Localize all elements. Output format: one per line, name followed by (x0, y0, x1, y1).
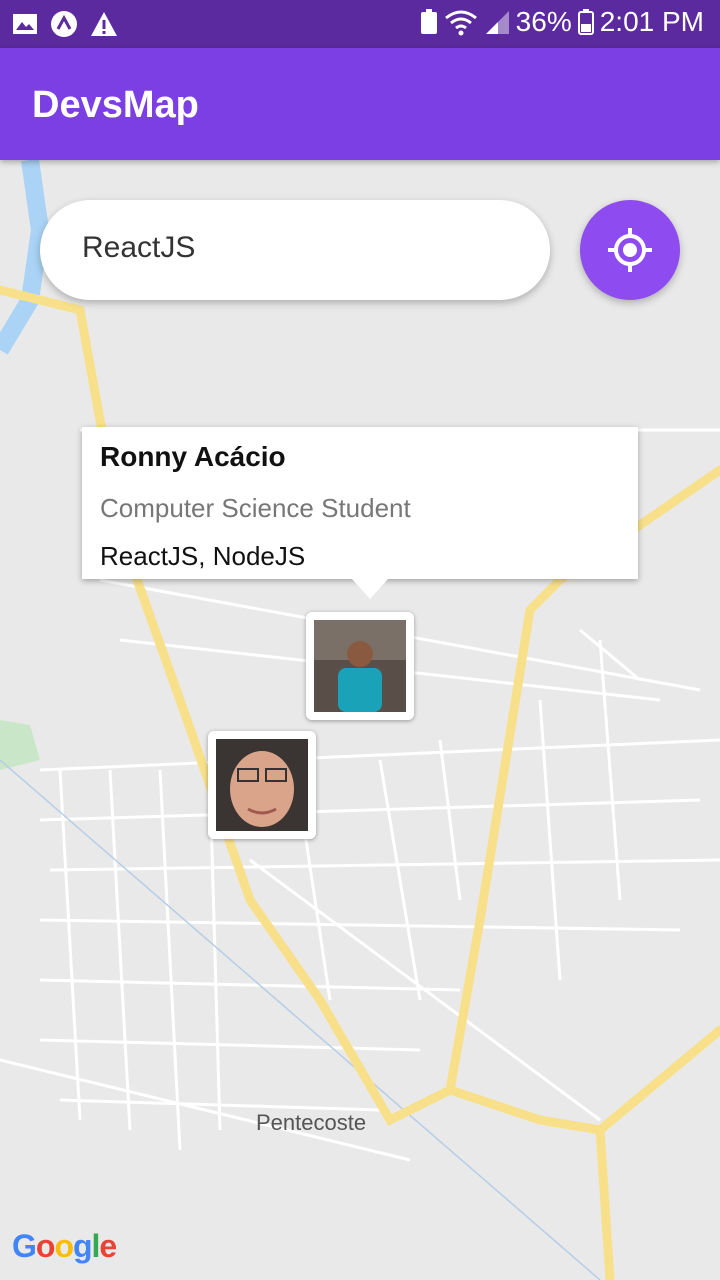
warning-icon (91, 12, 117, 36)
status-time: 2:01 PM (599, 6, 704, 37)
dev-avatar (216, 739, 308, 831)
dev-avatar (314, 620, 406, 712)
locate-button[interactable] (580, 200, 680, 300)
dev-techs: ReactJS, NodeJS (100, 541, 306, 571)
app-icon (51, 11, 77, 37)
dev-bio: Computer Science Student (100, 493, 411, 523)
dev-callout[interactable]: Ronny Acácio Computer Science Student Re… (82, 427, 638, 599)
search-bar[interactable] (40, 200, 550, 300)
gallery-icon (13, 14, 37, 34)
dev-name: Ronny Acácio (100, 441, 286, 472)
map-view[interactable]: Pentecoste (0, 160, 720, 1280)
app-title: DevsMap (32, 84, 199, 126)
battery-icon (577, 9, 594, 35)
wifi-icon (444, 10, 477, 36)
dev-marker-second[interactable] (208, 731, 316, 839)
dev-marker-ronny[interactable] (306, 612, 414, 720)
signal-icon (485, 11, 509, 34)
map-label-town: Pentecoste (256, 1110, 367, 1135)
google-logo: Google (12, 1228, 117, 1264)
crosshair-icon (608, 228, 652, 272)
search-input[interactable] (80, 230, 514, 266)
battery-saver-icon (420, 9, 437, 34)
battery-percentage: 36% (515, 6, 572, 37)
app-bar: DevsMap (0, 48, 720, 160)
status-bar: 36% 2:01 PM (0, 0, 720, 48)
